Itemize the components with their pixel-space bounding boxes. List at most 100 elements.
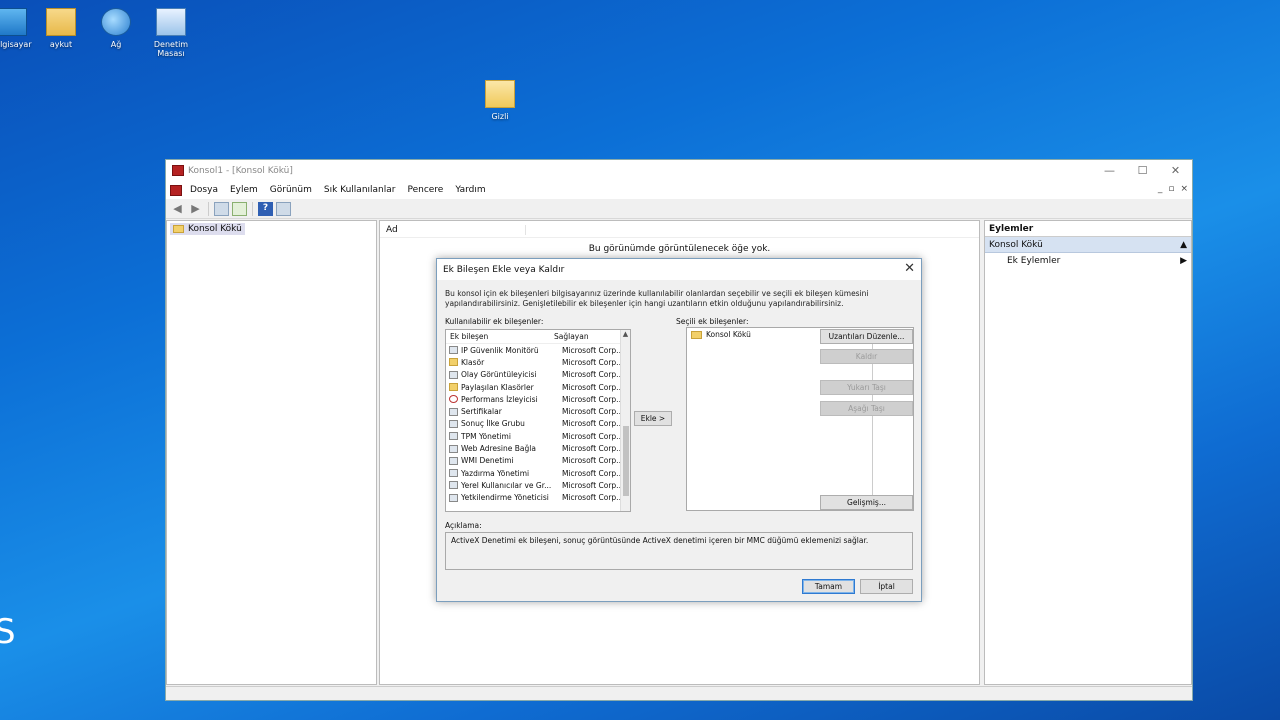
window-title: Konsol1 - [Konsol Kökü] [188, 165, 293, 176]
description-box: ActiveX Denetimi ek bileşeni, sonuç görü… [445, 532, 913, 570]
snapin-name: Yerel Kullanıcılar ve Gr... [461, 480, 552, 490]
scroll-thumb[interactable] [623, 426, 629, 496]
list-item[interactable]: IP Güvenlik Monitörü Microsoft Corp... [446, 344, 630, 356]
back-arrow-icon[interactable]: ◀ [170, 202, 185, 216]
snapin-vendor: Microsoft Corp... [562, 444, 624, 454]
snapin-vendor: Microsoft Corp... [562, 493, 624, 503]
snapin-name: Paylaşılan Klasörler [461, 382, 534, 392]
tree-item-label: Konsol Kökü [188, 224, 242, 234]
snapin-vendor: Microsoft Corp... [562, 394, 624, 404]
list-item[interactable]: Yetkilendirme Yöneticisi Microsoft Corp..… [446, 492, 630, 504]
move-up-button[interactable]: Yukarı Taşı [820, 380, 913, 395]
add-button[interactable]: Ekle > [634, 411, 672, 426]
desktop-icon-label: Denetim Masası [153, 40, 189, 58]
desktop-icon-hidden-folder[interactable]: Gizli [470, 80, 530, 121]
show-hide-tree-icon[interactable] [214, 201, 229, 216]
desktop-icon-network[interactable]: Ağ [86, 8, 146, 49]
edge-letter: S [0, 612, 16, 652]
advanced-button[interactable]: Gelişmiş... [820, 495, 913, 510]
export-list-icon[interactable] [232, 201, 247, 216]
dialog-title: Ek Bileşen Ekle veya Kaldır [443, 264, 565, 275]
cancel-button[interactable]: İptal [860, 579, 913, 594]
folder-icon [485, 80, 515, 108]
child-close-button[interactable]: × [1180, 184, 1188, 194]
tree-item-console-root[interactable]: Konsol Kökü [170, 223, 245, 235]
menu-action[interactable]: Eylem [224, 185, 264, 195]
toolbar-separator [208, 201, 209, 216]
menu-view[interactable]: Görünüm [264, 185, 318, 195]
list-item[interactable]: Sertifikalar Microsoft Corp... [446, 405, 630, 417]
snapin-vendor: Microsoft Corp... [562, 480, 624, 490]
ok-button[interactable]: Tamam [802, 579, 855, 594]
control-panel-icon [156, 8, 186, 36]
toolbar-separator [252, 201, 253, 216]
list-item[interactable]: Yazdırma Yönetimi Microsoft Corp... [446, 467, 630, 479]
snapin-vendor: Microsoft Corp... [562, 456, 624, 466]
status-bar [166, 686, 1192, 700]
empty-message: Bu görünümde görüntülenecek öğe yok. [588, 244, 771, 254]
list-item[interactable]: Web Adresine Bağla Microsoft Corp... [446, 442, 630, 454]
snapin-vendor: Microsoft Corp... [562, 345, 624, 355]
actions-more-actions[interactable]: Ek Eylemler ▶ [985, 253, 1191, 269]
snapin-name: Sonuç İlke Grubu [461, 419, 525, 429]
list-scrollbar[interactable]: ▲ [620, 330, 630, 511]
desktop-icon-user[interactable]: aykut [31, 8, 91, 49]
snapin-vendor: Microsoft Corp... [562, 407, 624, 417]
menu-window[interactable]: Pencere [401, 185, 449, 195]
menu-file[interactable]: Dosya [184, 185, 224, 195]
title-bar: Konsol1 - [Konsol Kökü] — ☐ ✕ [166, 160, 1192, 181]
menu-bar: Dosya Eylem Görünüm Sık Kullanılanlar Pe… [166, 181, 1192, 199]
close-button[interactable]: ✕ [1159, 162, 1192, 179]
desktop-icon-control-panel[interactable]: Denetim Masası [141, 8, 201, 58]
folder-icon [173, 225, 184, 233]
list-item[interactable]: TPM Yönetimi Microsoft Corp... [446, 430, 630, 442]
available-snapins-list[interactable]: Ek bileşen Sağlayan IP Güvenlik Monitörü… [445, 329, 631, 512]
menu-help[interactable]: Yardım [449, 185, 491, 195]
computer-icon [0, 8, 27, 36]
tpm-icon [449, 432, 458, 441]
minimize-button[interactable]: — [1093, 162, 1126, 179]
column-header-name[interactable]: Ad [386, 225, 526, 235]
dialog-title-bar: Ek Bileşen Ekle veya Kaldır [437, 259, 921, 280]
list-item[interactable]: Sonuç İlke Grubu Microsoft Corp... [446, 418, 630, 430]
scroll-up-icon[interactable]: ▲ [621, 330, 630, 340]
user-folder-icon [46, 8, 76, 36]
collapse-up-icon: ▲ [1180, 240, 1187, 250]
mmc-app-icon [172, 165, 184, 176]
actions-pane: Eylemler Konsol Kökü ▲ Ek Eylemler ▶ [984, 220, 1192, 685]
help-icon[interactable]: ? [258, 201, 273, 216]
folder-icon [691, 330, 702, 339]
edit-extensions-button[interactable]: Uzantıları Düzenle... [820, 329, 913, 344]
forward-arrow-icon[interactable]: ▶ [188, 202, 203, 216]
list-item[interactable]: Klasör Microsoft Corp... [446, 356, 630, 368]
list-item[interactable]: Olay Görüntüleyicisi Microsoft Corp... [446, 369, 630, 381]
users-groups-icon [449, 481, 458, 490]
remove-button[interactable]: Kaldır [820, 349, 913, 364]
dialog-close-icon[interactable]: ✕ [904, 261, 915, 276]
snapin-name: Performans İzleyicisi [461, 394, 538, 404]
column-header-vendor[interactable]: Sağlayan [554, 332, 589, 341]
actions-section-console-root[interactable]: Konsol Kökü ▲ [985, 237, 1191, 253]
maximize-button[interactable]: ☐ [1126, 162, 1159, 179]
mmc-menu-icon[interactable] [170, 184, 182, 196]
snapin-vendor: Microsoft Corp... [562, 419, 624, 429]
child-minimize-button[interactable]: _ [1158, 184, 1163, 194]
toolbar: ◀ ▶ ? [166, 199, 1192, 219]
move-down-button[interactable]: Aşağı Taşı [820, 401, 913, 416]
actions-title: Eylemler [985, 221, 1191, 237]
list-item[interactable]: WMI Denetimi Microsoft Corp... [446, 455, 630, 467]
child-restore-button[interactable]: ▫ [1168, 184, 1174, 194]
show-action-pane-icon[interactable] [276, 201, 291, 216]
list-item[interactable]: Performans İzleyicisi Microsoft Corp... [446, 393, 630, 405]
menu-favorites[interactable]: Sık Kullanılanlar [318, 185, 402, 195]
dialog-intro-text: Bu konsol için ek bileşenleri bilgisayar… [445, 289, 869, 308]
tree-pane: Konsol Kökü [166, 220, 377, 685]
column-header-snapin[interactable]: Ek bileşen [450, 332, 554, 341]
policy-icon [449, 419, 458, 428]
performance-monitor-icon [449, 395, 458, 404]
snapin-name: Yazdırma Yönetimi [461, 468, 530, 478]
authorization-manager-icon [449, 493, 458, 502]
list-item[interactable]: Paylaşılan Klasörler Microsoft Corp... [446, 381, 630, 393]
available-snapins-label: Kullanılabilir ek bileşenler: [445, 317, 544, 326]
list-item[interactable]: Yerel Kullanıcılar ve Gr... Microsoft Cor… [446, 479, 630, 491]
